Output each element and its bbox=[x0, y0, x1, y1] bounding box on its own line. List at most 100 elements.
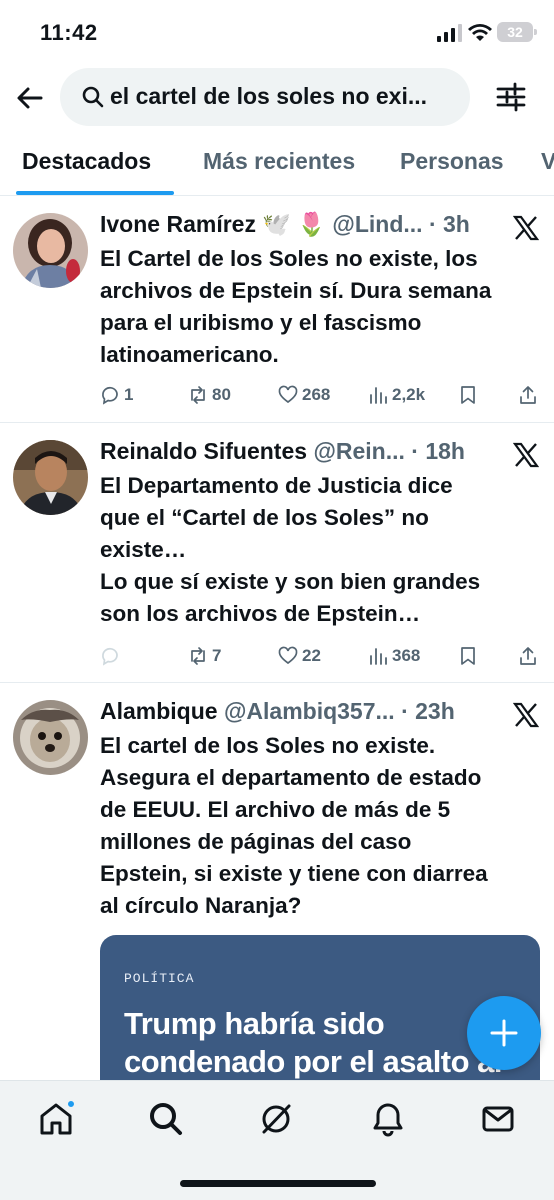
avatar[interactable] bbox=[13, 213, 88, 288]
bookmark-icon bbox=[461, 386, 475, 404]
nav-explore[interactable] bbox=[148, 1101, 184, 1137]
tweet-actions: 1 80 268 2,2k bbox=[100, 380, 545, 410]
share-icon bbox=[520, 386, 536, 404]
repost-button[interactable]: 7 bbox=[188, 641, 221, 671]
compose-icon bbox=[490, 1019, 518, 1047]
nav-grok[interactable] bbox=[258, 1101, 294, 1137]
views-count: 2,2k bbox=[392, 385, 426, 404]
tweet-handle[interactable]: @Rein... bbox=[313, 438, 404, 464]
cellular-signal-icon bbox=[437, 24, 462, 42]
tweet-text-line: El Departamento de Justicia dice bbox=[100, 473, 453, 498]
search-icon bbox=[82, 86, 104, 108]
tab-mas-recientes[interactable]: Más recientes bbox=[203, 148, 355, 175]
avatar[interactable] bbox=[13, 440, 88, 515]
bookmark-button[interactable] bbox=[458, 641, 478, 671]
active-tab-indicator bbox=[16, 191, 174, 195]
notification-dot bbox=[66, 1099, 76, 1109]
tweet-header: Ivone Ramírez 🕊️ 🌷 @Lind... · 3h bbox=[100, 211, 505, 243]
messages-icon bbox=[482, 1106, 514, 1132]
status-bar: 11:42 32 bbox=[0, 0, 554, 62]
repost-icon bbox=[191, 647, 205, 665]
tweet-handle[interactable]: @Lind... bbox=[332, 211, 422, 237]
notifications-icon bbox=[373, 1103, 403, 1137]
avatar[interactable] bbox=[13, 700, 88, 775]
home-indicator[interactable] bbox=[180, 1180, 376, 1187]
tweet-time: · 23h bbox=[401, 698, 455, 724]
nav-home[interactable] bbox=[38, 1099, 76, 1137]
tweet[interactable]: Ivone Ramírez 🕊️ 🌷 @Lind... · 3h El Cart… bbox=[0, 197, 554, 423]
tweet-text-line: son los archivos de Epstein… bbox=[100, 601, 421, 626]
tweet-text-line: al círculo Naranja? bbox=[100, 893, 302, 918]
tweet-text-line: millones de páginas del caso bbox=[100, 829, 412, 854]
status-time: 11:42 bbox=[40, 20, 98, 45]
bookmark-icon bbox=[461, 647, 475, 665]
repost-count: 80 bbox=[212, 385, 231, 404]
repost-icon bbox=[191, 386, 205, 404]
x-logo-icon bbox=[513, 442, 539, 468]
like-count: 268 bbox=[302, 385, 331, 404]
like-button[interactable]: 268 bbox=[278, 380, 330, 410]
views-count: 368 bbox=[392, 646, 421, 665]
tweet-time: · 18h bbox=[411, 438, 465, 464]
tweet-author-name[interactable]: Ivone Ramírez 🕊️ 🌷 bbox=[100, 211, 326, 237]
like-count: 22 bbox=[302, 646, 321, 665]
tweet-text-line: El Cartel de los Soles no existe, los bbox=[100, 246, 478, 271]
tweet-author-name[interactable]: Reinaldo Sifuentes bbox=[100, 438, 307, 464]
tweet-text-line: Lo que sí existe y son bien grandes bbox=[100, 569, 481, 594]
share-button[interactable] bbox=[518, 641, 538, 671]
share-button[interactable] bbox=[518, 380, 538, 410]
tweet-text-line: de EEUU. El archivo de más de 5 bbox=[100, 797, 451, 822]
search-header: el cartel de los soles no exi... bbox=[0, 68, 554, 128]
tweet-text: El Cartel de los Soles no existe, los ar… bbox=[100, 243, 545, 371]
tweet-header: Alambique @Alambiq357... · 23h bbox=[100, 698, 505, 730]
tweet-header: Reinaldo Sifuentes @Rein... · 18h bbox=[100, 438, 505, 470]
tweet-time: · 3h bbox=[428, 211, 470, 237]
tweet-text-line: que el “Cartel de los Soles” no bbox=[100, 505, 429, 530]
tweet-handle[interactable]: @Alambiq357... bbox=[224, 698, 395, 724]
tweet-text: El Departamento de Justicia dice que el … bbox=[100, 470, 545, 630]
reply-button[interactable] bbox=[100, 641, 124, 671]
like-icon bbox=[278, 646, 298, 665]
reply-icon bbox=[102, 647, 118, 666]
back-arrow-icon[interactable] bbox=[14, 82, 46, 114]
tweet-text-line: para el uribismo y el fascismo bbox=[100, 310, 422, 335]
nav-messages[interactable] bbox=[480, 1101, 516, 1137]
tab-destacados[interactable]: Destacados bbox=[22, 148, 151, 175]
tweet[interactable]: Reinaldo Sifuentes @Rein... · 18h El Dep… bbox=[0, 424, 554, 683]
tweet-text-line: El cartel de los Soles no existe. bbox=[100, 733, 436, 758]
views-icon bbox=[370, 648, 387, 665]
link-preview-card[interactable]: POLÍTICA Trump habría sido condenado por… bbox=[100, 935, 540, 1080]
grok-icon bbox=[262, 1104, 291, 1134]
tweet-text-line: existe… bbox=[100, 537, 187, 562]
share-icon bbox=[520, 647, 536, 665]
tab-more[interactable]: V bbox=[541, 148, 554, 175]
tweet-text: El cartel de los Soles no existe. Asegur… bbox=[100, 730, 545, 922]
search-input[interactable]: el cartel de los soles no exi... bbox=[60, 68, 470, 126]
compose-button[interactable] bbox=[467, 996, 541, 1070]
search-tabs: Destacados Más recientes Personas V bbox=[0, 134, 554, 196]
reply-button[interactable]: 1 bbox=[100, 380, 133, 410]
tweet-actions: 7 22 368 bbox=[100, 641, 545, 671]
tweet-author-name[interactable]: Alambique bbox=[100, 698, 218, 724]
bookmark-button[interactable] bbox=[458, 380, 478, 410]
wifi-icon bbox=[468, 24, 492, 41]
reply-icon bbox=[102, 386, 118, 405]
repost-button[interactable]: 80 bbox=[188, 380, 231, 410]
views-icon bbox=[370, 387, 387, 404]
filter-icon[interactable] bbox=[494, 80, 528, 114]
tab-personas[interactable]: Personas bbox=[400, 148, 504, 175]
like-icon bbox=[278, 385, 298, 404]
x-logo-icon bbox=[513, 215, 539, 241]
search-icon bbox=[150, 1103, 182, 1135]
nav-notifications[interactable] bbox=[370, 1101, 406, 1137]
like-button[interactable]: 22 bbox=[278, 641, 321, 671]
views-button[interactable]: 2,2k bbox=[368, 380, 425, 410]
card-title: Trump habría sido condenado por el asalt… bbox=[124, 1006, 503, 1079]
reply-count: 1 bbox=[124, 385, 134, 404]
search-query: el cartel de los soles no exi... bbox=[110, 83, 428, 109]
views-button[interactable]: 368 bbox=[368, 641, 420, 671]
tweet-text-line: latinoamericano. bbox=[100, 342, 279, 367]
card-category: POLÍTICA bbox=[124, 971, 195, 986]
x-logo-icon bbox=[513, 702, 539, 728]
battery-indicator: 32 bbox=[497, 22, 537, 42]
